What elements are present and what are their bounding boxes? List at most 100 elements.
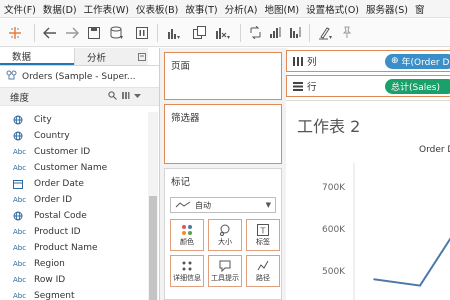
worksheet-canvas[interactable]: 工作表 2 Order D 700K 600K 500K bbox=[286, 100, 450, 300]
pages-card[interactable]: 页面 bbox=[164, 52, 282, 100]
menu-bar: 文件(F) 数据(D) 工作表(W) 仪表板(B) 故事(T) 分析(A) 地图… bbox=[0, 0, 450, 18]
rows-pill[interactable]: 总计(Sales) bbox=[385, 78, 450, 94]
size-icon bbox=[219, 223, 231, 237]
mark-type-select[interactable]: 自动 ▼ bbox=[170, 197, 276, 213]
highlight-icon[interactable]: ▾ bbox=[314, 22, 338, 44]
tab-data[interactable]: 数据 bbox=[0, 48, 74, 65]
columns-label: 列 bbox=[307, 57, 317, 68]
field-item[interactable]: City bbox=[0, 112, 148, 128]
menu-window[interactable]: 窗 bbox=[411, 2, 428, 16]
menu-server[interactable]: 服务器(S) bbox=[362, 2, 411, 16]
field-name: Customer Name bbox=[34, 163, 108, 173]
svg-text:T: T bbox=[260, 227, 266, 236]
label-button-label: 标签 bbox=[256, 238, 270, 246]
search-icon[interactable] bbox=[108, 90, 117, 103]
pause-icon[interactable] bbox=[131, 22, 153, 44]
view-list-icon[interactable] bbox=[121, 91, 130, 103]
field-item[interactable]: Country bbox=[0, 128, 148, 144]
tab-analysis[interactable]: 分析 bbox=[74, 48, 148, 65]
data-pane: 数据 分析 Orders (Sample - Super... 维度 City … bbox=[0, 48, 160, 300]
columns-pill-label: 年(Order D bbox=[401, 57, 450, 68]
globe-icon bbox=[13, 115, 33, 125]
color-button[interactable]: 颜色 bbox=[170, 219, 204, 251]
tooltip-bubble-icon bbox=[219, 259, 231, 273]
tab-analysis-label: 分析 bbox=[87, 52, 107, 64]
size-button[interactable]: 大小 bbox=[208, 219, 242, 251]
view-pane: 列 ⊕ 年(Order D 行 总计(Sales) 工作表 2 Order D … bbox=[286, 48, 450, 300]
globe-icon bbox=[13, 211, 33, 221]
field-name: Product ID bbox=[34, 227, 81, 237]
field-item[interactable]: Postal Code bbox=[0, 208, 148, 224]
clear-sheet-icon[interactable]: ▾ bbox=[210, 22, 236, 44]
field-item[interactable]: Order Date bbox=[0, 176, 148, 192]
data-point[interactable] bbox=[373, 278, 375, 281]
field-item[interactable]: Abc Product ID bbox=[0, 224, 148, 240]
field-name: Order ID bbox=[34, 195, 73, 205]
field-item[interactable]: Abc Customer Name bbox=[0, 160, 148, 176]
new-datasource-icon[interactable]: ▾ bbox=[105, 22, 131, 44]
back-icon[interactable] bbox=[39, 22, 61, 44]
save-icon[interactable] bbox=[83, 22, 105, 44]
label-button[interactable]: T 标签 bbox=[246, 219, 280, 251]
swap-icon[interactable] bbox=[245, 22, 265, 44]
menu-worksheet[interactable]: 工作表(W) bbox=[80, 2, 132, 16]
mark-buttons: 颜色 大小 T 标签 详细信息 工具提示 路径 bbox=[165, 217, 281, 289]
columns-pill[interactable]: ⊕ 年(Order D bbox=[385, 53, 450, 69]
chevron-down-icon: ▼ bbox=[265, 201, 271, 209]
columns-shelf[interactable]: 列 ⊕ 年(Order D bbox=[286, 50, 450, 72]
forward-icon[interactable] bbox=[61, 22, 83, 44]
marks-card-title: 标记 bbox=[171, 177, 191, 188]
pin-icon[interactable] bbox=[338, 22, 356, 44]
menu-file[interactable]: 文件(F) bbox=[0, 2, 39, 16]
filters-card-title: 筛选器 bbox=[171, 113, 200, 124]
field-name: Region bbox=[34, 259, 65, 269]
svg-text:▾: ▾ bbox=[120, 34, 123, 40]
filters-card[interactable]: 筛选器 bbox=[164, 104, 282, 164]
field-item[interactable]: Abc Customer ID bbox=[0, 144, 148, 160]
dimension-list: City Country Abc Customer ID Abc Customer Nam… bbox=[0, 112, 148, 300]
rows-shelf[interactable]: 行 总计(Sales) bbox=[286, 75, 450, 97]
series-line[interactable] bbox=[373, 227, 450, 287]
toolbar-separator bbox=[309, 23, 310, 42]
field-item[interactable]: Abc Region bbox=[0, 256, 148, 272]
field-item[interactable]: Abc Order ID bbox=[0, 192, 148, 208]
string-type-icon: Abc bbox=[13, 292, 27, 300]
tab-data-label: 数据 bbox=[12, 51, 32, 63]
sort-asc-icon[interactable] bbox=[265, 22, 285, 44]
new-sheet-icon[interactable]: ▾ bbox=[162, 22, 188, 44]
datasource-item[interactable]: Orders (Sample - Super... bbox=[0, 66, 159, 88]
color-button-label: 颜色 bbox=[180, 238, 194, 246]
field-item[interactable]: Abc Product Name bbox=[0, 240, 148, 256]
string-type-icon: Abc bbox=[13, 276, 27, 284]
dimensions-label: 维度 bbox=[10, 92, 30, 104]
duplicate-sheet-icon[interactable] bbox=[188, 22, 210, 44]
menu-format[interactable]: 设置格式(O) bbox=[302, 2, 362, 16]
dimensions-header: 维度 bbox=[0, 88, 159, 106]
menu-analysis[interactable]: 分析(A) bbox=[221, 2, 261, 16]
data-point[interactable] bbox=[419, 284, 421, 287]
scrollbar-thumb[interactable] bbox=[149, 196, 157, 300]
menu-map[interactable]: 地图(M) bbox=[261, 2, 303, 16]
sort-desc-icon[interactable] bbox=[285, 22, 305, 44]
menu-data[interactable]: 数据(D) bbox=[39, 2, 80, 16]
menu-dashboard[interactable]: 仪表板(B) bbox=[132, 2, 181, 16]
field-item[interactable]: Abc Segment bbox=[0, 288, 148, 300]
path-button[interactable]: 路径 bbox=[246, 255, 280, 287]
field-name: Order Date bbox=[34, 179, 84, 189]
pane-menu-icon[interactable] bbox=[136, 52, 148, 61]
field-item[interactable]: Abc Row ID bbox=[0, 272, 148, 288]
toolbar: ▾ ▾ ▾ ▾ bbox=[0, 19, 450, 47]
datasource-name: Orders (Sample - Super... bbox=[22, 71, 136, 82]
rows-label: 行 bbox=[307, 82, 317, 93]
string-type-icon: Abc bbox=[13, 196, 27, 204]
svg-text:▾: ▾ bbox=[177, 34, 180, 40]
dimension-scrollbar[interactable] bbox=[148, 112, 158, 300]
tableau-logo-icon[interactable] bbox=[0, 22, 30, 44]
line-chart bbox=[353, 163, 450, 300]
svg-text:▾: ▾ bbox=[227, 34, 230, 40]
dropdown-icon[interactable] bbox=[134, 91, 141, 103]
detail-button[interactable]: 详细信息 bbox=[170, 255, 204, 287]
cards-pane: 页面 筛选器 标记 自动 ▼ 颜色 大小 T 标签 详细信息 工具提示 路径 bbox=[160, 48, 286, 300]
tooltip-button[interactable]: 工具提示 bbox=[208, 255, 242, 287]
menu-story[interactable]: 故事(T) bbox=[181, 2, 220, 16]
